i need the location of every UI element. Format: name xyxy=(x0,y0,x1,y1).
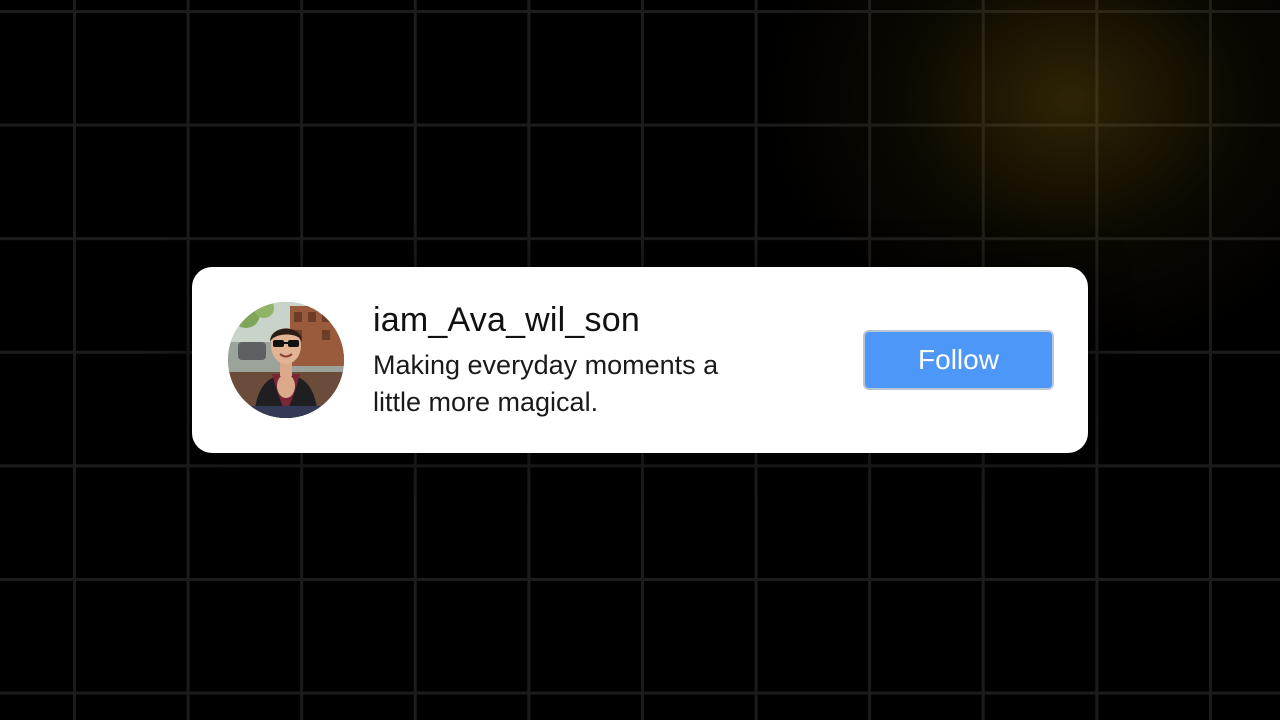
profile-photo-icon xyxy=(228,302,344,418)
profile-card: iam_Ava_wil_son Making everyday moments … xyxy=(192,267,1088,453)
avatar[interactable] xyxy=(228,302,344,418)
profile-text: iam_Ava_wil_son Making everyday moments … xyxy=(373,299,793,421)
username[interactable]: iam_Ava_wil_son xyxy=(373,299,793,341)
bio-text: Making everyday moments a little more ma… xyxy=(373,350,719,417)
background-grid: iam_Ava_wil_son Making everyday moments … xyxy=(0,0,1280,720)
follow-button[interactable]: Follow xyxy=(863,330,1054,390)
